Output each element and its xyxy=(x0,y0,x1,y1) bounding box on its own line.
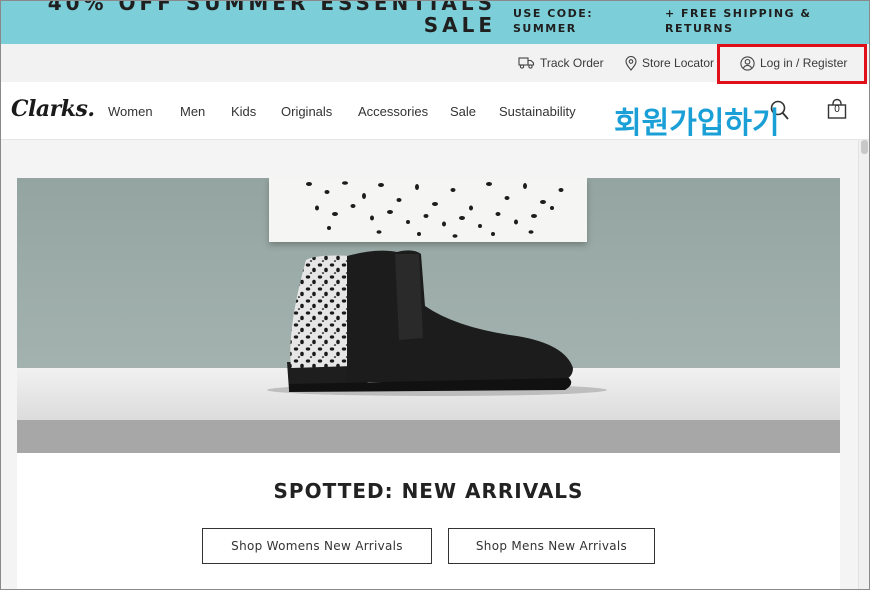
shop-mens-new-arrivals-button[interactable]: Shop Mens New Arrivals xyxy=(448,528,655,564)
nav-item-accessories[interactable]: Accessories xyxy=(358,104,428,119)
promo-headline-line1: 40% OFF SUMMER ESSENTIALS xyxy=(47,0,496,15)
boot-illustration xyxy=(267,250,607,396)
track-order-link[interactable]: Track Order xyxy=(518,54,604,72)
promo-code-value: SUMMER xyxy=(513,22,577,35)
nav-item-sale[interactable]: Sale xyxy=(450,104,476,119)
promo-banner[interactable]: 40% OFF SUMMER ESSENTIALS SALE USE CODE:… xyxy=(0,0,870,44)
annotation-korean-label: 회원가입하기 xyxy=(614,106,781,142)
promo-shipping-line1: + FREE SHIPPING & xyxy=(665,7,812,20)
nav-item-women[interactable]: Women xyxy=(108,104,153,119)
promo-code: USE CODE: SUMMER xyxy=(513,6,653,36)
nav-item-originals[interactable]: Originals xyxy=(281,104,332,119)
location-pin-icon xyxy=(625,55,637,71)
nav-item-kids[interactable]: Kids xyxy=(231,104,256,119)
clarks-logo[interactable]: Clarks. xyxy=(11,96,95,122)
main-nav: Clarks. Women Men Kids Originals Accesso… xyxy=(0,82,870,142)
promo-code-label: USE CODE: xyxy=(513,7,594,20)
truck-icon xyxy=(518,57,535,69)
hero-image[interactable] xyxy=(17,178,840,453)
scrollbar-thumb[interactable] xyxy=(861,140,868,154)
promo-shipping-line2: RETURNS xyxy=(665,22,734,35)
shop-womens-new-arrivals-button[interactable]: Shop Womens New Arrivals xyxy=(202,528,432,564)
nav-item-men[interactable]: Men xyxy=(180,104,205,119)
bag-count: 0 xyxy=(834,104,840,115)
new-arrivals-section: SPOTTED: NEW ARRIVALS Shop Womens New Ar… xyxy=(17,453,840,590)
promo-headline-line2: SALE xyxy=(423,13,496,37)
section-headline: SPOTTED: NEW ARRIVALS xyxy=(273,479,584,503)
store-locator-label: Store Locator xyxy=(642,56,715,70)
nav-item-sustainability[interactable]: Sustainability xyxy=(499,104,576,119)
track-order-label: Track Order xyxy=(540,56,604,70)
page-scrollbar[interactable] xyxy=(858,140,870,590)
promo-headline: 40% OFF SUMMER ESSENTIALS SALE xyxy=(40,0,496,36)
annotation-highlight-box xyxy=(717,44,867,84)
store-locator-link[interactable]: Store Locator xyxy=(625,54,714,72)
promo-shipping: + FREE SHIPPING & RETURNS xyxy=(665,6,865,36)
shopping-bag-button[interactable]: 0 xyxy=(826,98,848,125)
